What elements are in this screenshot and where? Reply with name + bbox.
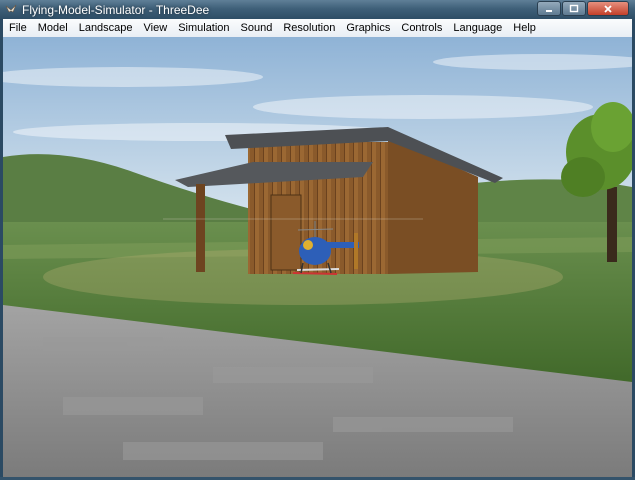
- menu-sound[interactable]: Sound: [235, 19, 278, 37]
- menu-model[interactable]: Model: [32, 19, 73, 37]
- title-bar[interactable]: Flying-Model-Simulator - ThreeDee: [0, 0, 635, 19]
- menu-bar: File Model Landscape View Simulation Sou…: [3, 19, 632, 38]
- menu-landscape[interactable]: Landscape: [73, 19, 138, 37]
- menu-help[interactable]: Help: [507, 19, 541, 37]
- 3d-viewport[interactable]: [3, 37, 632, 477]
- close-icon: [604, 4, 612, 13]
- maximize-button[interactable]: [562, 1, 586, 16]
- minimize-button[interactable]: [537, 1, 561, 16]
- app-window: Flying-Model-Simulator - ThreeDee File M…: [0, 0, 635, 480]
- menu-language[interactable]: Language: [447, 19, 507, 37]
- maximize-icon: [569, 4, 579, 12]
- close-button[interactable]: [587, 1, 629, 16]
- menu-file[interactable]: File: [3, 19, 32, 37]
- minimize-icon: [546, 9, 552, 12]
- scene-canvas[interactable]: [3, 37, 632, 477]
- menu-resolution[interactable]: Resolution: [277, 19, 340, 37]
- bird-icon: [5, 4, 17, 13]
- menu-controls[interactable]: Controls: [395, 19, 447, 37]
- window-controls: [537, 1, 629, 16]
- menu-view[interactable]: View: [138, 19, 173, 37]
- menu-graphics[interactable]: Graphics: [340, 19, 395, 37]
- menu-simulation[interactable]: Simulation: [172, 19, 234, 37]
- window-title: Flying-Model-Simulator - ThreeDee: [22, 3, 210, 17]
